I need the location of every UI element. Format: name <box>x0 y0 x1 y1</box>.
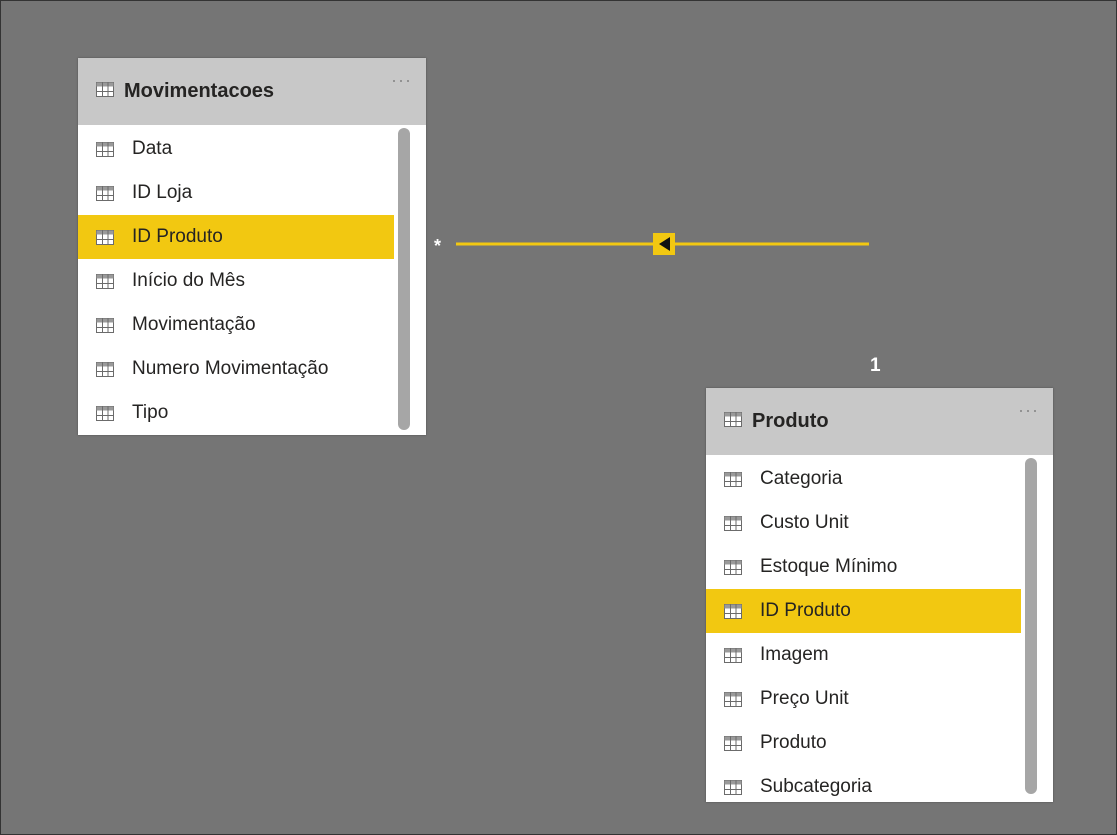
more-options-button[interactable]: ··· <box>391 70 412 91</box>
table-header[interactable]: Produto ··· <box>706 388 1053 455</box>
table-header[interactable]: Movimentacoes ··· <box>78 58 426 125</box>
scrollbar[interactable] <box>1025 458 1037 794</box>
field-row-numero-movimentacao[interactable]: Numero Movimentação <box>78 347 394 391</box>
field-label: ID Loja <box>132 182 193 203</box>
field-label: Tipo <box>132 402 169 423</box>
field-icon <box>724 515 742 537</box>
field-icon <box>96 185 114 207</box>
field-label: Produto <box>760 732 827 753</box>
field-label: ID Produto <box>760 600 851 621</box>
field-row-categoria[interactable]: Categoria <box>706 457 1021 501</box>
field-icon <box>96 405 114 427</box>
field-label: Imagem <box>760 644 829 665</box>
field-icon <box>724 735 742 757</box>
table-title: Movimentacoes <box>124 80 275 102</box>
field-label: Categoria <box>760 468 843 489</box>
field-row-id-produto[interactable]: ID Produto <box>78 215 394 259</box>
field-row-id-produto[interactable]: ID Produto <box>706 589 1021 633</box>
table-title: Produto <box>752 410 829 432</box>
field-icon <box>96 317 114 339</box>
field-row-estoque-minimo[interactable]: Estoque Mínimo <box>706 545 1021 589</box>
field-icon <box>96 229 114 251</box>
field-row-movimentacao[interactable]: Movimentação <box>78 303 394 347</box>
field-row-subcategoria[interactable]: Subcategoria <box>706 765 1021 809</box>
field-icon <box>724 603 742 625</box>
field-row-id-loja[interactable]: ID Loja <box>78 171 394 215</box>
field-label: Subcategoria <box>760 776 872 797</box>
field-row-tipo[interactable]: Tipo <box>78 391 394 435</box>
field-label: Movimentação <box>132 314 256 335</box>
field-icon <box>724 559 742 581</box>
field-row-inicio-do-mes[interactable]: Início do Mês <box>78 259 394 303</box>
field-label: Data <box>132 138 173 159</box>
table-icon <box>724 412 742 432</box>
field-row-data[interactable]: Data <box>78 127 394 171</box>
field-icon <box>724 471 742 493</box>
field-icon <box>724 647 742 669</box>
field-label: Custo Unit <box>760 512 849 533</box>
field-icon <box>96 273 114 295</box>
field-row-imagem[interactable]: Imagem <box>706 633 1021 677</box>
table-icon <box>96 82 114 102</box>
field-label: Início do Mês <box>132 270 245 291</box>
field-icon <box>724 691 742 713</box>
field-label: Estoque Mínimo <box>760 556 898 577</box>
table-card-movimentacoes[interactable]: Movimentacoes ··· Data ID Loja ID Produt… <box>78 58 426 435</box>
field-label: Preço Unit <box>760 688 849 709</box>
scrollbar[interactable] <box>398 128 410 430</box>
many-cardinality-marker: * <box>434 236 441 256</box>
field-label: Numero Movimentação <box>132 358 329 379</box>
more-options-button[interactable]: ··· <box>1018 400 1039 421</box>
field-row-produto[interactable]: Produto <box>706 721 1021 765</box>
field-row-custo-unit[interactable]: Custo Unit <box>706 501 1021 545</box>
one-cardinality-marker: 1 <box>870 355 881 376</box>
field-label: ID Produto <box>132 226 223 247</box>
table-card-produto[interactable]: Produto ··· Categoria Custo Unit Estoque… <box>706 388 1053 802</box>
field-icon <box>96 141 114 163</box>
field-icon <box>96 361 114 383</box>
field-row-preco-unit[interactable]: Preço Unit <box>706 677 1021 721</box>
model-canvas[interactable]: * 1 Movimentacoes ··· Data ID Loja ID Pr… <box>0 0 1117 835</box>
field-icon <box>724 779 742 801</box>
